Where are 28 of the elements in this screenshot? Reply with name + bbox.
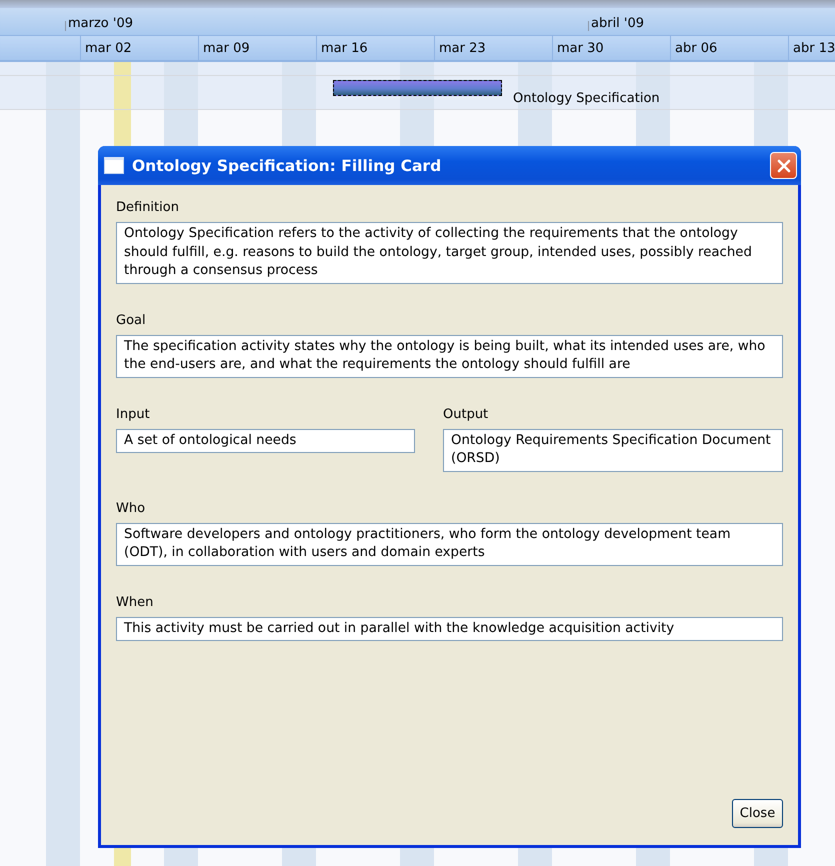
field-label: Goal	[116, 312, 147, 328]
text-field[interactable]: A set of ontological needs	[116, 428, 415, 453]
month-label: abril '09	[591, 17, 644, 31]
week-header-cell: mar 02	[80, 36, 198, 60]
week-header-cell: mar 09	[198, 36, 316, 60]
close-button[interactable]	[770, 152, 797, 179]
text-field[interactable]: Ontology Requirements Specification Document (ORSD)	[443, 428, 783, 472]
task-label: Ontology Specification	[513, 91, 660, 106]
week-header-cell: abr 13	[788, 36, 835, 60]
text-field[interactable]: The specification activity states why the ontology is being built, what its intended uses are, who the end-users are, and what the requirements the ontology should fulfill are	[116, 334, 783, 378]
field-label: Input	[116, 406, 151, 422]
week-header-cell: mar 16	[316, 36, 434, 60]
task-bar[interactable]	[333, 80, 502, 96]
window-icon	[104, 157, 124, 174]
close-button[interactable]: Close	[732, 799, 783, 828]
week-header-cell: mar 23	[434, 36, 552, 60]
close-icon	[776, 158, 790, 172]
text-field[interactable]: This activity must be carried out in parallel with the knowledge acquisition activity	[116, 616, 783, 641]
window-title: Ontology Specification: Filling Card	[132, 156, 442, 174]
field-label: When	[116, 594, 154, 610]
text-field[interactable]: Software developers and ontology practitioners, who form the ontology development team (ODT), in collaboration with users and domain experts	[116, 522, 783, 566]
text-field[interactable]: Ontology Specification refers to the activity of collecting the requirements that the ontology should fulfill, e.g. reasons to build the ontology, target group, intended uses, possibly reached through a consensus process	[116, 222, 783, 284]
field-label: Output	[443, 406, 490, 422]
week-header-cell: abr 06	[670, 36, 788, 60]
month-label: marzo '09	[68, 17, 133, 31]
field-label: Definition	[116, 200, 180, 216]
field-label: Who	[116, 500, 146, 516]
week-header-cell: mar 30	[552, 36, 670, 60]
